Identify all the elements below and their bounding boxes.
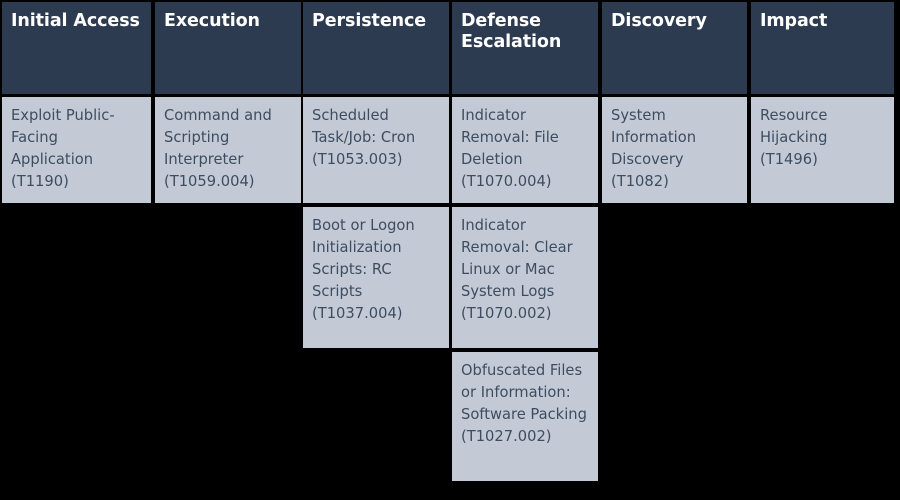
technique-cell[interactable]: Command and Scripting Interpreter (T1059…	[155, 97, 301, 203]
column-header-initial-access[interactable]: Initial Access	[2, 2, 151, 94]
technique-cell[interactable]: System Information Discovery (T1082)	[602, 97, 747, 203]
technique-cell[interactable]: Scheduled Task/Job: Cron (T1053.003)	[303, 97, 449, 203]
column-header-persistence[interactable]: Persistence	[303, 2, 449, 94]
column-header-execution[interactable]: Execution	[155, 2, 301, 94]
technique-cell[interactable]: Exploit Public-Facing Application (T1190…	[2, 97, 151, 203]
technique-cell[interactable]: Boot or Logon Initialization Scripts: RC…	[303, 207, 449, 348]
column-header-discovery[interactable]: Discovery	[602, 2, 747, 94]
attack-matrix: Initial Access Exploit Public-Facing App…	[0, 0, 900, 500]
column-header-defense-escalation[interactable]: Defense Escalation	[452, 2, 598, 94]
technique-cell[interactable]: Resource Hijacking (T1496)	[751, 97, 894, 203]
technique-cell[interactable]: Indicator Removal: Clear Linux or Mac Sy…	[452, 207, 598, 348]
technique-cell[interactable]: Obfuscated Files or Infor­mation: Soft­w…	[452, 352, 598, 481]
column-header-impact[interactable]: Impact	[751, 2, 894, 94]
technique-cell[interactable]: Indicator Removal: File Deletion (T1070.…	[452, 97, 598, 203]
